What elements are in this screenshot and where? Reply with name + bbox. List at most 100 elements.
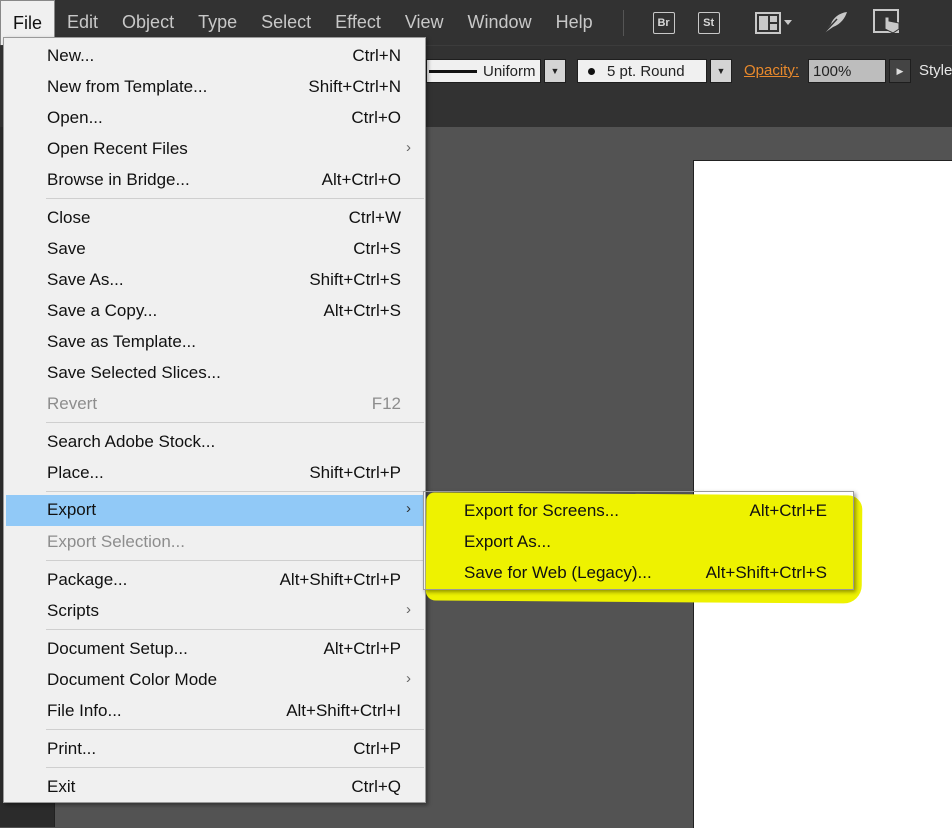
menu-window[interactable]: Window [456, 0, 544, 45]
menu-item-label: Save [47, 239, 86, 258]
menu-item-label: Exit [47, 777, 76, 796]
stroke-profile-line [429, 69, 477, 73]
menu-item-shortcut: Ctrl+P [353, 739, 401, 758]
menu-item-revert: Revert F12 [4, 389, 425, 420]
menu-item-save[interactable]: Save Ctrl+S [4, 234, 425, 265]
menu-item-scripts[interactable]: Scripts › [4, 596, 425, 627]
menu-item-label: New from Template... [47, 77, 208, 96]
menu-item-label: Close [47, 208, 91, 227]
menu-item-new-from-template[interactable]: New from Template... Shift+Ctrl+N [4, 72, 425, 103]
menu-item-label: Export Selection... [47, 532, 185, 551]
menu-item-export[interactable]: Export › [6, 495, 423, 526]
menu-item-label: Save Selected Slices... [47, 363, 221, 382]
menu-item-label: Open Recent Files [47, 139, 188, 158]
menu-item-file-info[interactable]: File Info... Alt+Shift+Ctrl+I [4, 696, 425, 727]
menu-item-save-as-template[interactable]: Save as Template... [4, 327, 425, 358]
menu-item-shortcut: Ctrl+S [353, 239, 401, 258]
brush-dot-icon [588, 67, 595, 75]
menu-item-export-as[interactable]: Export As... [424, 527, 855, 558]
menu-item-shortcut: Ctrl+N [352, 46, 401, 65]
menu-item-save-as[interactable]: Save As... Shift+Ctrl+S [4, 265, 425, 296]
brush-dropdown-icon[interactable]: ▼ [710, 59, 732, 83]
opacity-field[interactable]: 100% [808, 59, 886, 83]
menu-item-label: Export for Screens... [464, 501, 619, 520]
brush-value: 5 pt. Round [607, 62, 685, 80]
menu-item-shortcut: Alt+Shift+Ctrl+S [705, 563, 827, 582]
brush-field[interactable]: 5 pt. Round [577, 59, 707, 83]
menu-item-save-selected-slices[interactable]: Save Selected Slices... [4, 358, 425, 389]
menu-item-label: Search Adobe Stock... [47, 432, 216, 451]
menu-item-shortcut: Ctrl+W [348, 208, 401, 227]
menu-item-place[interactable]: Place... Shift+Ctrl+P [4, 458, 425, 489]
menu-item-exit[interactable]: Exit Ctrl+Q [4, 772, 425, 803]
menu-item-label: Save as Template... [47, 332, 196, 351]
menu-item-save-for-web[interactable]: Save for Web (Legacy)... Alt+Shift+Ctrl+… [424, 558, 855, 589]
menu-item-shortcut: Shift+Ctrl+P [309, 463, 401, 482]
menu-item-label: Open... [47, 108, 103, 127]
touch-icon[interactable] [872, 8, 903, 37]
menu-item-shortcut: Ctrl+O [351, 108, 401, 127]
stock-icon[interactable]: St [697, 11, 720, 34]
menu-item-label: Save a Copy... [47, 301, 158, 320]
menu-item-label: Revert [47, 394, 98, 413]
menu-divider [46, 198, 424, 199]
menu-item-label: Print... [47, 739, 97, 758]
opacity-flyout-icon[interactable]: ▶ [889, 59, 911, 83]
menu-item-label: Browse in Bridge... [47, 170, 190, 189]
menu-item-shortcut: Alt+Shift+Ctrl+P [279, 570, 401, 589]
menu-item-save-a-copy[interactable]: Save a Copy... Alt+Ctrl+S [4, 296, 425, 327]
stroke-profile-dropdown-icon[interactable]: ▼ [544, 59, 566, 83]
menu-item-export-selection: Export Selection... [4, 527, 425, 558]
export-submenu: Export for Screens... Alt+Ctrl+E Export … [423, 491, 854, 590]
stroke-profile-field[interactable]: Uniform [426, 59, 541, 83]
menu-item-label: File Info... [47, 701, 122, 720]
menu-item-print[interactable]: Print... Ctrl+P [4, 734, 425, 765]
feather-icon[interactable] [819, 10, 849, 36]
menu-item-shortcut: Shift+Ctrl+N [308, 77, 401, 96]
menu-item-export-for-screens[interactable]: Export for Screens... Alt+Ctrl+E [424, 496, 855, 527]
workspace-layout-icon[interactable] [754, 11, 795, 34]
menu-divider [46, 491, 424, 492]
menu-item-new[interactable]: New... Ctrl+N [4, 41, 425, 72]
menu-item-search-adobe-stock[interactable]: Search Adobe Stock... [4, 427, 425, 458]
menu-item-shortcut: Alt+Shift+Ctrl+I [286, 701, 401, 720]
menu-item-shortcut: Alt+Ctrl+P [323, 639, 401, 658]
menubar-divider [622, 9, 624, 36]
opacity-label[interactable]: Opacity: [744, 62, 799, 79]
chevron-right-icon: › [406, 670, 411, 687]
menu-item-shortcut: Alt+Ctrl+E [749, 501, 827, 520]
menu-item-browse-in-bridge[interactable]: Browse in Bridge... Alt+Ctrl+O [4, 165, 425, 196]
menu-item-document-color-mode[interactable]: Document Color Mode › [4, 665, 425, 696]
menu-item-package[interactable]: Package... Alt+Shift+Ctrl+P [4, 565, 425, 596]
chevron-right-icon: › [406, 500, 411, 517]
menu-item-label: Save As... [47, 270, 124, 289]
menu-item-label: Export [47, 500, 97, 519]
menu-help[interactable]: Help [544, 0, 605, 45]
menu-item-label: Package... [47, 570, 128, 589]
menu-item-label: Document Setup... [47, 639, 188, 658]
menu-divider [46, 767, 424, 768]
menu-item-label: New... [47, 46, 95, 65]
menu-item-open[interactable]: Open... Ctrl+O [4, 103, 425, 134]
menu-item-label: Scripts [47, 601, 99, 620]
style-label[interactable]: Style [919, 62, 952, 79]
menu-item-label: Export As... [464, 532, 551, 551]
menu-item-document-setup[interactable]: Document Setup... Alt+Ctrl+P [4, 634, 425, 665]
menu-divider [46, 422, 424, 423]
menu-item-label: Place... [47, 463, 104, 482]
menu-divider [46, 629, 424, 630]
menu-item-close[interactable]: Close Ctrl+W [4, 203, 425, 234]
menu-item-shortcut: Ctrl+Q [351, 777, 401, 796]
menu-item-shortcut: F12 [371, 394, 401, 413]
menu-divider [46, 729, 424, 730]
bridge-icon[interactable]: Br [652, 11, 675, 34]
menu-item-label: Document Color Mode [47, 670, 218, 689]
chevron-right-icon: › [406, 601, 411, 618]
menu-item-shortcut: Alt+Ctrl+O [321, 170, 401, 189]
menu-item-label: Save for Web (Legacy)... [464, 563, 652, 582]
menu-item-shortcut: Shift+Ctrl+S [309, 270, 401, 289]
file-menu: New... Ctrl+N New from Template... Shift… [3, 37, 426, 803]
chevron-right-icon: › [406, 139, 411, 156]
menu-item-open-recent[interactable]: Open Recent Files › [4, 134, 425, 165]
menu-item-shortcut: Alt+Ctrl+S [323, 301, 401, 320]
